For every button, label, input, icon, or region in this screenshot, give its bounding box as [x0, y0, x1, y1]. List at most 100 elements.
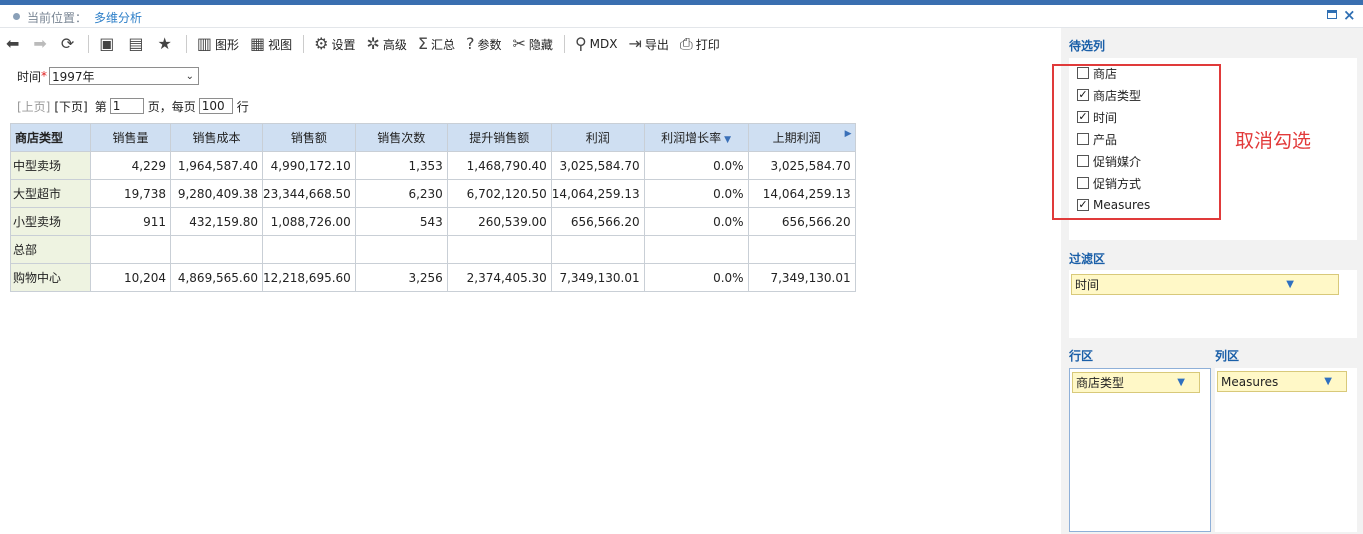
- table-cell: [170, 235, 263, 264]
- table-cell: 656,566.20: [550, 207, 645, 236]
- table-cell: [550, 235, 645, 264]
- column-header[interactable]: 上期利润 ▶: [747, 123, 856, 152]
- hide-icon: ✂: [512, 34, 526, 53]
- chart-label: 图形: [214, 37, 239, 52]
- toolbar-divider: [563, 35, 565, 53]
- prev-page-link[interactable]: [上页]: [17, 98, 50, 115]
- question-icon: ?: [466, 34, 475, 53]
- back-button[interactable]: ⬅: [6, 36, 22, 52]
- forward-button[interactable]: ➡: [33, 36, 49, 52]
- table-cell: 7,349,130.01: [550, 263, 645, 292]
- table-cell: [90, 235, 171, 264]
- print-button[interactable]: ⎙ 打印: [680, 36, 720, 53]
- table-cell: 3,256: [354, 263, 448, 292]
- table-cell: 12,218,695.60: [262, 263, 356, 292]
- advanced-button[interactable]: ✲ 高级: [366, 36, 406, 53]
- toolbar: ⬅ ➡ ⟳ ▣ ▤ ★ ▥ 图形 ▦ 视图 ⚙ 设置 ✲ 高级 Σ 汇总 ? 参数 ✂ 隐藏 …: [6, 33, 731, 55]
- time-select[interactable]: 1997年 ⌄: [49, 67, 200, 85]
- sort-desc-icon[interactable]: ▼: [724, 135, 731, 145]
- table-cell: 0.0%: [643, 263, 749, 292]
- search-icon: ⚲: [574, 34, 587, 53]
- page-prefix: 第: [94, 99, 107, 114]
- table-cell: 3,025,584.70: [550, 151, 645, 180]
- row-header[interactable]: 总部: [10, 235, 91, 264]
- table-cell: 0.0%: [643, 207, 749, 236]
- row-header[interactable]: 大型超市: [10, 179, 91, 208]
- export-button[interactable]: ⇥ 导出: [628, 36, 668, 53]
- time-filter-label: 时间: [17, 69, 42, 84]
- table-cell: 4,990,172.10: [262, 151, 356, 180]
- column-header-label: 上期利润: [772, 131, 821, 145]
- toolbar-divider: [185, 35, 187, 53]
- view-icon: ▦: [249, 34, 266, 53]
- column-header-sorted[interactable]: 利润增长率 ▼: [643, 123, 749, 152]
- column-header-label: 利润增长率: [661, 131, 722, 145]
- row-chip[interactable]: 商店类型 ▼: [1072, 372, 1200, 393]
- page-size-suffix: 行: [236, 99, 249, 114]
- next-columns-icon[interactable]: ▶: [845, 129, 852, 139]
- table-row: 中型卖场 4,229 1,964,587.40 4,990,172.10 1,3…: [10, 151, 856, 180]
- dropdown-triangle-icon[interactable]: ▼: [1286, 279, 1294, 290]
- table-cell: 3,025,584.70: [747, 151, 856, 180]
- maximize-icon[interactable]: [1327, 10, 1337, 19]
- mdx-button[interactable]: ⚲ MDX: [575, 36, 618, 52]
- time-filter: 时间 * 1997年 ⌄: [17, 67, 200, 85]
- table-cell: [446, 235, 552, 264]
- table-row: 总部: [10, 235, 856, 264]
- row-area-title: 行区: [1069, 349, 1094, 363]
- pager: [上页] [下页] 第 1 页，每页 100 行: [17, 97, 249, 115]
- column-header[interactable]: 销售量: [90, 123, 171, 152]
- table-cell: 543: [354, 207, 448, 236]
- table-cell: 656,566.20: [747, 207, 856, 236]
- print-label: 打印: [695, 37, 720, 52]
- save-button[interactable]: ▣: [99, 36, 117, 52]
- column-header[interactable]: 销售次数: [354, 123, 448, 152]
- dropdown-triangle-icon[interactable]: ▼: [1177, 377, 1185, 388]
- table-cell: [747, 235, 856, 264]
- refresh-button[interactable]: ⟳: [61, 36, 77, 52]
- favorite-button[interactable]: ★: [157, 36, 174, 52]
- toolbar-divider: [303, 35, 305, 53]
- breadcrumb: 当前位置： 多维分析 ×: [0, 5, 1363, 28]
- arrow-left-icon: ⬅: [6, 34, 20, 53]
- col-area-box: [1215, 368, 1357, 532]
- breadcrumb-current[interactable]: 多维分析: [94, 9, 142, 26]
- save-as-button[interactable]: ▤: [128, 36, 146, 52]
- column-header[interactable]: 利润: [550, 123, 645, 152]
- chart-button[interactable]: ▥ 图形: [197, 36, 239, 53]
- table-cell: [354, 235, 448, 264]
- column-header[interactable]: 商店类型: [10, 123, 91, 152]
- col-chip[interactable]: Measures ▼: [1217, 371, 1347, 392]
- table-cell: 4,229: [90, 151, 171, 180]
- breadcrumb-dot-icon: [13, 13, 20, 20]
- col-area-title: 列区: [1215, 349, 1240, 363]
- settings-button[interactable]: ⚙ 设置: [314, 36, 355, 53]
- table-cell: [643, 235, 749, 264]
- table-cell: 14,064,259.13: [747, 179, 856, 208]
- column-header[interactable]: 销售成本: [170, 123, 263, 152]
- hide-button[interactable]: ✂ 隐藏: [513, 36, 553, 53]
- view-button[interactable]: ▦ 视图: [250, 36, 292, 53]
- col-chip-label: Measures: [1221, 374, 1279, 389]
- row-header[interactable]: 小型卖场: [10, 207, 91, 236]
- next-page-link[interactable]: [下页]: [54, 98, 87, 115]
- summary-label: 汇总: [430, 37, 455, 52]
- star-icon: ★: [157, 34, 172, 53]
- filter-chip[interactable]: 时间 ▼: [1071, 274, 1339, 295]
- page-size-input[interactable]: 100: [198, 98, 233, 114]
- close-icon[interactable]: ×: [1343, 6, 1356, 24]
- candidates-title: 待选列: [1069, 39, 1106, 53]
- table-cell: [262, 235, 356, 264]
- breadcrumb-label: 当前位置：: [27, 11, 88, 25]
- save-as-icon: ▤: [128, 34, 144, 53]
- table-cell: 6,230: [354, 179, 448, 208]
- summary-button[interactable]: Σ 汇总: [418, 36, 455, 53]
- row-header[interactable]: 中型卖场: [10, 151, 91, 180]
- params-button[interactable]: ? 参数: [466, 36, 502, 53]
- row-header[interactable]: 购物中心: [10, 263, 91, 292]
- column-header[interactable]: 销售额: [262, 123, 356, 152]
- annotation-text: 取消勾选: [1235, 130, 1312, 152]
- page-number-input[interactable]: 1: [109, 98, 144, 114]
- column-header[interactable]: 提升销售额: [446, 123, 552, 152]
- dropdown-triangle-icon[interactable]: ▼: [1324, 376, 1332, 387]
